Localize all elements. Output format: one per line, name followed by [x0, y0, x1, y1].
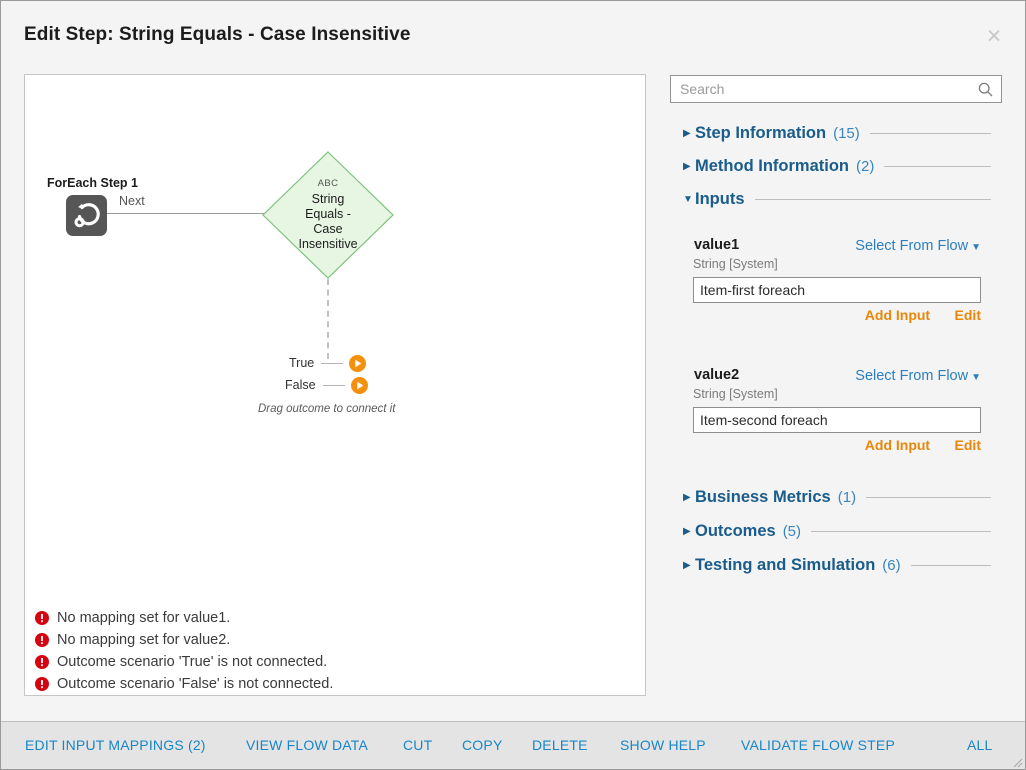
- section-label: Step Information: [695, 124, 827, 142]
- connector-label-next: Next: [119, 194, 145, 208]
- section-count: (1): [837, 489, 857, 506]
- outcome-dash: [322, 384, 345, 386]
- section-count: (5): [782, 523, 802, 540]
- section-label: Business Metrics: [695, 488, 831, 506]
- error-icon: [35, 677, 57, 691]
- connector-line-dashed: [327, 279, 329, 359]
- validation-messages: No mapping set for value1. No mapping se…: [35, 607, 635, 695]
- resize-grip[interactable]: [1011, 755, 1023, 768]
- section-testing-and-simulation[interactable]: ▶ Testing and Simulation (6): [683, 556, 993, 575]
- input-param-name: value1: [694, 237, 740, 253]
- input-param-value2: value2 Select From Flow ▼ String [System]…: [693, 367, 981, 455]
- validation-message-text: Outcome scenario 'True' is not connected…: [57, 654, 328, 670]
- close-icon[interactable]: ×: [980, 23, 1008, 51]
- edit-step-dialog: Edit Step: String Equals - Case Insensit…: [0, 0, 1026, 770]
- add-input-link[interactable]: Add Input: [865, 307, 930, 323]
- search-input[interactable]: [671, 76, 971, 102]
- validation-message: No mapping set for value1.: [35, 607, 635, 629]
- outcome-false[interactable]: False: [285, 376, 368, 394]
- toolbar-cut[interactable]: CUT: [403, 737, 432, 753]
- toolbar-copy[interactable]: COPY: [462, 737, 502, 753]
- section-label: Outcomes: [695, 522, 776, 540]
- input-param-header: value1 Select From Flow ▼: [693, 237, 981, 256]
- toolbar-show-help[interactable]: SHOW HELP: [620, 737, 706, 753]
- bottom-toolbar: EDIT INPUT MAPPINGS (2) VIEW FLOW DATA C…: [1, 721, 1025, 769]
- edit-link[interactable]: Edit: [955, 437, 981, 453]
- input-param-header: value2 Select From Flow ▼: [693, 367, 981, 386]
- chevron-right-icon: ▶: [683, 491, 691, 503]
- error-icon: [35, 655, 57, 669]
- select-from-flow-label: Select From Flow: [855, 368, 969, 384]
- foreach-step-label: ForEach Step 1: [47, 176, 138, 190]
- section-step-information[interactable]: ▶ Step Information (15): [683, 124, 993, 143]
- search-icon[interactable]: [978, 82, 993, 97]
- select-from-flow-label: Select From Flow: [855, 238, 969, 254]
- page-title: Edit Step: String Equals - Case Insensit…: [24, 24, 411, 45]
- section-count: (2): [855, 158, 875, 175]
- edit-link[interactable]: Edit: [955, 307, 981, 323]
- outcome-dash: [321, 362, 344, 364]
- input-param-actions: Add Input Edit: [693, 437, 981, 455]
- section-inputs[interactable]: ▼ Inputs: [683, 190, 993, 209]
- toolbar-all[interactable]: ALL: [967, 737, 993, 753]
- dialog-titlebar: Edit Step: String Equals - Case Insensit…: [1, 1, 1025, 63]
- flow-canvas[interactable]: ForEach Step 1 Next ABC String Equals - …: [24, 74, 646, 696]
- outcome-true[interactable]: True: [289, 354, 367, 372]
- section-rule: [866, 497, 991, 498]
- chevron-right-icon: ▶: [683, 525, 691, 537]
- chevron-right-icon: ▶: [683, 160, 691, 172]
- add-input-link[interactable]: Add Input: [865, 437, 930, 453]
- error-icon: [35, 611, 57, 625]
- toolbar-view-flow-data[interactable]: VIEW FLOW DATA: [246, 737, 368, 753]
- toolbar-edit-input-mappings[interactable]: EDIT INPUT MAPPINGS (2): [25, 737, 206, 753]
- validation-message-text: Outcome scenario 'False' is not connecte…: [57, 676, 334, 692]
- search-box[interactable]: [670, 75, 1002, 103]
- input-param-value1: value1 Select From Flow ▼ String [System]…: [693, 237, 981, 325]
- drag-outcome-hint: Drag outcome to connect it: [258, 403, 396, 415]
- input-param-type: String [System]: [693, 387, 778, 401]
- select-from-flow-dropdown[interactable]: Select From Flow ▼: [855, 238, 981, 254]
- validation-message-text: No mapping set for value2.: [57, 632, 231, 648]
- section-rule: [884, 166, 991, 167]
- validation-message: Outcome scenario 'False' is not connecte…: [35, 673, 635, 695]
- diamond-shape: [262, 151, 394, 279]
- input-param-value-field[interactable]: [693, 277, 981, 303]
- input-param-actions: Add Input Edit: [693, 307, 981, 325]
- section-outcomes[interactable]: ▶ Outcomes (5): [683, 522, 993, 541]
- select-from-flow-dropdown[interactable]: Select From Flow ▼: [855, 368, 981, 384]
- section-rule: [754, 199, 991, 200]
- input-param-value-field[interactable]: [693, 407, 981, 433]
- chevron-down-icon: ▼: [971, 242, 981, 253]
- properties-panel: ▶ Step Information (15) ▶ Method Informa…: [669, 74, 1003, 696]
- input-param-name: value2: [694, 367, 740, 383]
- section-label: Inputs: [695, 190, 745, 208]
- section-rule: [910, 565, 991, 566]
- toolbar-validate-flow-step[interactable]: VALIDATE FLOW STEP: [741, 737, 895, 753]
- outcome-label: False: [285, 378, 316, 392]
- section-count: (15): [833, 125, 860, 142]
- validation-message-text: No mapping set for value1.: [57, 610, 231, 626]
- section-rule: [811, 531, 991, 532]
- toolbar-delete[interactable]: DELETE: [532, 737, 588, 753]
- validation-message: Outcome scenario 'True' is not connected…: [35, 651, 635, 673]
- chevron-right-icon: ▶: [683, 127, 691, 139]
- section-count: (6): [882, 557, 901, 574]
- chevron-right-icon: ▶: [683, 559, 691, 571]
- error-icon: [35, 633, 57, 647]
- chevron-down-icon: ▼: [683, 193, 693, 205]
- chevron-down-icon: ▼: [971, 372, 981, 383]
- outcome-label: True: [289, 356, 315, 370]
- section-business-metrics[interactable]: ▶ Business Metrics (1): [683, 488, 993, 507]
- play-circle-icon[interactable]: [350, 376, 368, 394]
- step-node-string-equals[interactable]: ABC String Equals - Case Insensitive: [262, 151, 394, 279]
- foreach-loop-icon[interactable]: [66, 195, 107, 236]
- play-circle-icon[interactable]: [349, 354, 367, 372]
- section-rule: [869, 133, 991, 134]
- section-label: Method Information: [695, 157, 849, 175]
- section-label: Testing and Simulation: [695, 556, 876, 574]
- validation-message: No mapping set for value2.: [35, 629, 635, 651]
- input-param-type: String [System]: [693, 257, 778, 271]
- section-method-information[interactable]: ▶ Method Information (2): [683, 157, 993, 176]
